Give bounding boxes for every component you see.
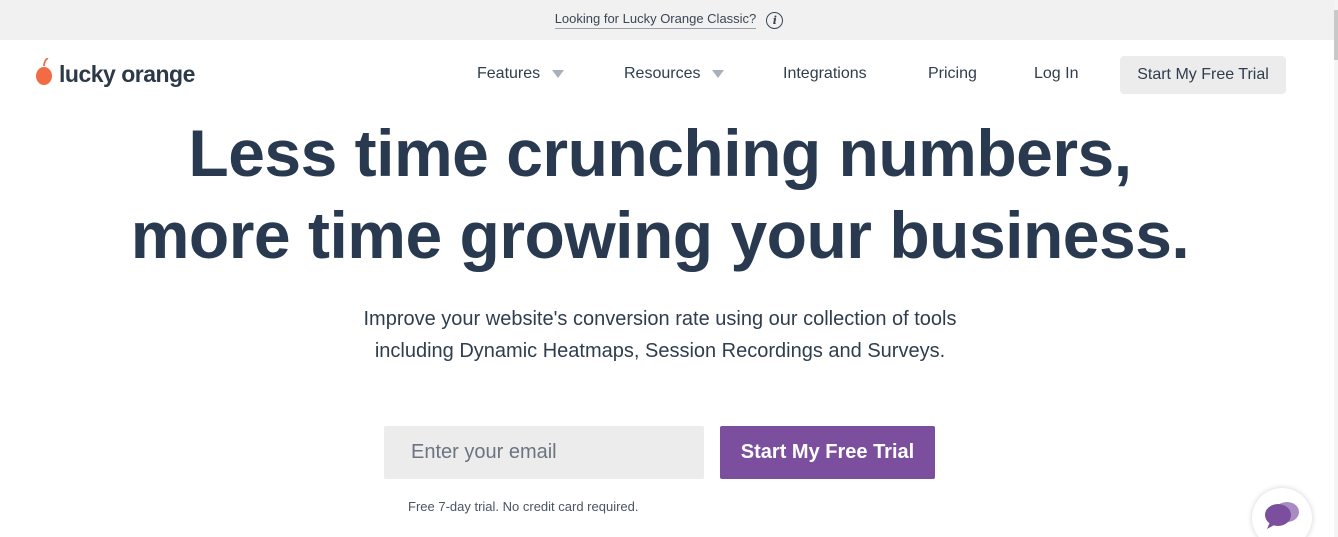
logo[interactable]: lucky orange xyxy=(35,57,195,91)
hero-subheading: Improve your website's conversion rate u… xyxy=(0,303,1320,367)
announcement-bar: Looking for Lucky Orange Classic? i xyxy=(0,0,1338,40)
nav-login[interactable]: Log In xyxy=(1034,65,1078,83)
hero-subheading-line-1: Improve your website's conversion rate u… xyxy=(363,308,957,330)
nav-integrations-label: Integrations xyxy=(783,65,867,82)
nav-resources[interactable]: Resources xyxy=(624,65,725,83)
trial-disclaimer: Free 7-day trial. No credit card require… xyxy=(408,499,639,514)
chat-widget-button[interactable] xyxy=(1252,488,1312,537)
hero-headline-line-2: more time growing your business. xyxy=(130,198,1190,272)
start-trial-button[interactable]: Start My Free Trial xyxy=(720,426,935,479)
orange-fruit-icon xyxy=(35,57,53,91)
info-icon[interactable]: i xyxy=(766,11,784,29)
nav-pricing[interactable]: Pricing xyxy=(928,65,977,83)
nav-start-trial-button[interactable]: Start My Free Trial xyxy=(1120,56,1286,94)
nav-pricing-label: Pricing xyxy=(928,65,977,82)
hero-subheading-line-2: including Dynamic Heatmaps, Session Reco… xyxy=(374,340,946,362)
chevron-down-icon xyxy=(712,70,725,78)
chevron-down-icon xyxy=(552,70,565,78)
nav-features-label: Features xyxy=(477,65,541,82)
page-scrollbar[interactable] xyxy=(1334,0,1338,537)
scrollbar-thumb[interactable] xyxy=(1334,10,1338,60)
nav-integrations[interactable]: Integrations xyxy=(783,65,867,83)
nav-features[interactable]: Features xyxy=(477,65,565,83)
classic-version-link[interactable]: Looking for Lucky Orange Classic? xyxy=(554,11,757,29)
logo-text: lucky orange xyxy=(59,61,195,87)
chat-bubbles-icon xyxy=(1262,500,1302,535)
top-navigation: lucky orange Features Resources Integrat… xyxy=(0,40,1338,112)
nav-login-label: Log In xyxy=(1034,65,1079,82)
email-input[interactable] xyxy=(384,426,704,479)
hero-headline: Less time crunching numbers, more time g… xyxy=(0,112,1320,276)
hero-headline-line-1: Less time crunching numbers, xyxy=(188,116,1132,190)
nav-resources-label: Resources xyxy=(624,65,701,82)
